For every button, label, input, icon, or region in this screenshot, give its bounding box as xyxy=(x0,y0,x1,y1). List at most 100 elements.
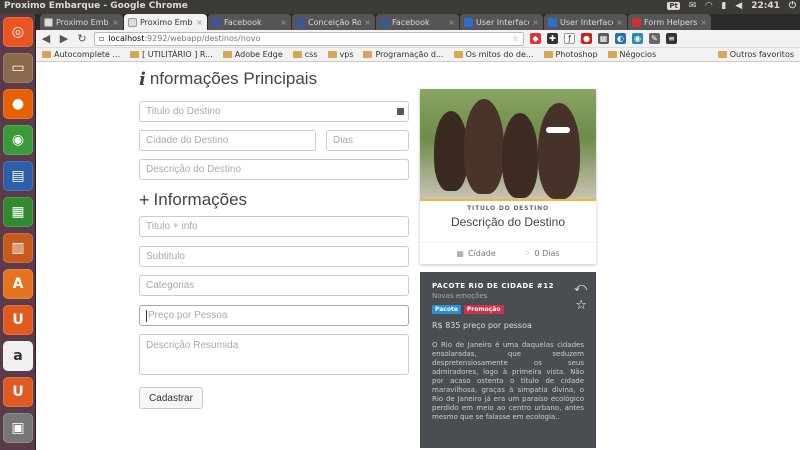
tab-close-icon[interactable]: × xyxy=(700,18,707,27)
preco-input[interactable]: Preço por Pessoa xyxy=(139,305,409,326)
power-icon[interactable]: ⏻ xyxy=(789,1,796,11)
top-panel: Proximo Embarque - Google Chrome Pt ✉ ◠ … xyxy=(0,0,800,14)
descricao-input[interactable]: Descrição do Destino xyxy=(139,159,409,180)
bookmark-item[interactable]: Photoshop xyxy=(543,50,598,59)
bookmark-item[interactable]: Adobe Edge xyxy=(222,50,283,59)
browser-tab[interactable]: Facebook × xyxy=(208,14,291,30)
browser-tab[interactable]: User Interface UI K× xyxy=(544,14,627,30)
bookmark-icon xyxy=(130,51,140,58)
tab-label: Proximo Embarq xyxy=(140,17,193,27)
share-icon[interactable]: ⤺ xyxy=(574,280,587,295)
other-bookmarks[interactable]: Outros favoritos xyxy=(717,50,794,59)
tab-close-icon[interactable]: × xyxy=(532,18,539,27)
map-icon: ▦ xyxy=(456,249,464,258)
bookmark-star-icon[interactable]: ☆ xyxy=(512,34,519,43)
info-icon: i xyxy=(139,68,146,90)
tab-label: Facebook xyxy=(224,17,262,27)
accent-stripe xyxy=(420,199,596,201)
writer-icon[interactable]: ▤ xyxy=(3,161,33,191)
extension-icon[interactable]: ◐ xyxy=(615,33,626,44)
impress-icon[interactable]: ▥ xyxy=(3,233,33,263)
bookmarks-bar: Autocomplete ... [ UTILITÁRIO ] R... Adobe… xyxy=(36,48,800,62)
tab-label: Proximo Embarque xyxy=(56,17,109,27)
browser-tab[interactable]: Facebook × xyxy=(376,14,459,30)
keyboard-indicator[interactable]: Pt xyxy=(667,2,680,10)
bookmark-item[interactable]: Os mitos do de... xyxy=(453,50,534,59)
battery-icon[interactable]: ▮ xyxy=(721,1,726,11)
scanner-icon[interactable]: ▣ xyxy=(3,413,33,443)
ubuntu-one-music-icon[interactable]: U xyxy=(3,377,33,407)
tab-label: Facebook xyxy=(392,17,430,27)
bookmark-item[interactable]: [ UTILITÁRIO ] R... xyxy=(130,50,213,59)
address-bar[interactable]: ▫ localhost:9292/webapp/destinos/novo ☆ xyxy=(94,31,524,46)
software-center-icon[interactable]: A xyxy=(3,269,33,299)
calendar-icon: ⁘ xyxy=(523,249,531,258)
resumo-textarea[interactable]: Descrição Resumida xyxy=(139,334,409,375)
ubuntu-icon[interactable]: ◎ xyxy=(3,17,33,47)
firefox-icon[interactable]: ● xyxy=(3,89,33,119)
browser-tab[interactable]: Proximo Embarque× xyxy=(40,14,123,30)
browser-tab[interactable]: Form Helpers — Ru× xyxy=(628,14,711,30)
extension-icon[interactable]: ≡ xyxy=(666,33,677,44)
extension-icon[interactable]: ✚ xyxy=(547,33,558,44)
dias-input[interactable]: Dias xyxy=(326,130,409,151)
tab-close-icon[interactable]: × xyxy=(448,18,455,27)
reload-icon[interactable]: ↻ xyxy=(76,32,88,45)
cidade-input[interactable]: Cidade do Destino xyxy=(139,130,316,151)
package-title: PACOTE RIO DE CIDADE #12 xyxy=(432,282,555,290)
card-days: 0 Dias xyxy=(534,249,560,258)
titulo-info-input[interactable]: Titulo + info xyxy=(139,216,409,237)
browser-tab[interactable]: User Interface UI K× xyxy=(460,14,543,30)
browser-toolbar: ◀ ▶ ↻ ▫ localhost:9292/webapp/destinos/n… xyxy=(36,30,800,48)
subtitulo-input[interactable]: Subtitulo xyxy=(139,246,409,267)
bookmark-item[interactable]: css xyxy=(292,50,318,59)
tab-close-icon[interactable]: × xyxy=(280,18,287,27)
extension-icon[interactable]: ✎ xyxy=(649,33,660,44)
extension-icon[interactable]: ƒ xyxy=(564,33,575,44)
field-options-icon[interactable] xyxy=(397,108,404,115)
titulo-input[interactable]: Titulo do Destino xyxy=(139,101,409,122)
files-icon[interactable]: ▭ xyxy=(3,53,33,83)
launcher: ◎ ▭ ● ◉ ▤ ▦ ▥ A Ua U ▣ xyxy=(0,14,36,450)
volume-icon[interactable]: ◀ xyxy=(735,1,742,11)
forward-icon[interactable]: ▶ xyxy=(58,32,70,45)
section-title-info: + Informações xyxy=(139,189,248,210)
chrome-icon[interactable]: ◉ xyxy=(3,125,33,155)
bookmark-item[interactable]: Négocios xyxy=(607,50,656,59)
favicon-icon xyxy=(632,17,641,27)
ubuntu-one-icon[interactable]: U xyxy=(3,305,33,335)
tab-close-icon[interactable]: × xyxy=(196,18,203,27)
extension-icon[interactable]: ● xyxy=(581,33,592,44)
tab-close-icon[interactable]: × xyxy=(616,18,623,27)
favicon-icon xyxy=(212,17,221,27)
page-icon: ▫ xyxy=(99,34,105,43)
package-subtitle: Novas emoções xyxy=(432,292,488,300)
categorias-input[interactable]: Categorias xyxy=(139,275,409,296)
favicon-icon xyxy=(464,17,473,27)
bookmark-item[interactable]: vps xyxy=(327,50,353,59)
extension-icon[interactable]: ▦ xyxy=(598,33,609,44)
browser-tab[interactable]: Proximo Embarq× xyxy=(124,14,207,30)
destination-photo xyxy=(420,89,596,199)
amazon-icon[interactable]: a xyxy=(3,341,33,371)
browser-tab[interactable]: Conceição Rodrigu× xyxy=(292,14,375,30)
clock[interactable]: 22:41 xyxy=(751,1,780,11)
url-path: :9292/webapp/destinos/novo xyxy=(144,34,261,43)
extension-icon[interactable]: ◉ xyxy=(632,33,643,44)
cadastrar-button[interactable]: Cadastrar xyxy=(139,387,203,409)
tab-close-icon[interactable]: × xyxy=(112,18,119,27)
tab-close-icon[interactable]: × xyxy=(364,18,371,27)
destination-preview-card: TITULO DO DESTINO Descrição do Destino ▦… xyxy=(420,89,596,264)
bookmark-item[interactable]: Programação d... xyxy=(363,50,444,59)
wifi-icon[interactable]: ◠ xyxy=(705,1,712,11)
bookmark-item[interactable]: Autocomplete ... xyxy=(42,50,120,59)
envelope-icon[interactable]: ✉ xyxy=(689,1,697,11)
calc-icon[interactable]: ▦ xyxy=(3,197,33,227)
bookmark-icon xyxy=(363,51,373,58)
bookmark-icon xyxy=(453,51,463,58)
tab-label: User Interface UI K xyxy=(476,17,530,27)
bookmark-icon xyxy=(543,51,553,58)
favorite-star-icon[interactable]: ☆ xyxy=(575,298,587,313)
back-icon[interactable]: ◀ xyxy=(40,32,52,45)
extension-icon[interactable]: ◆ xyxy=(530,33,541,44)
